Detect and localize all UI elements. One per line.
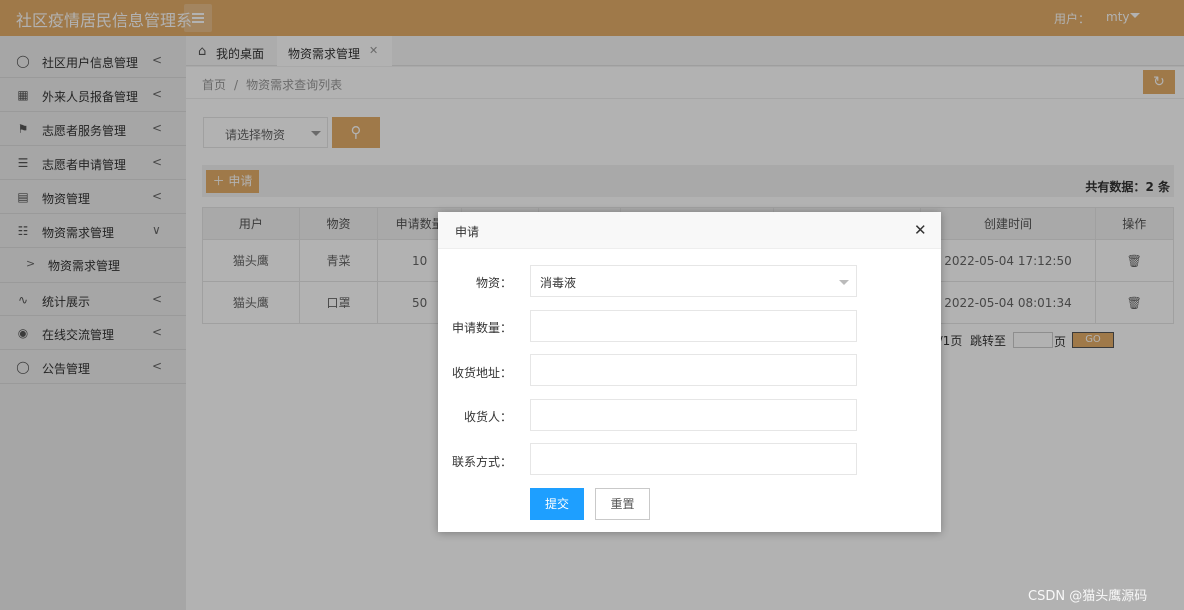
caret-down-icon <box>839 280 849 285</box>
dialog-header: 申请 ✕ <box>438 212 941 249</box>
field-label-contact: 联系方式： <box>451 455 512 469</box>
submit-button[interactable]: 提交 <box>530 488 584 520</box>
close-icon[interactable]: ✕ <box>914 221 927 239</box>
quantity-input[interactable] <box>530 310 857 342</box>
watermark: CSDN @猫头鹰源码 <box>1028 589 1148 604</box>
field-label-receiver: 收货人： <box>463 410 512 424</box>
field-label-quantity: 申请数量： <box>451 321 512 335</box>
dialog-title: 申请 <box>455 225 480 239</box>
receiver-input[interactable] <box>530 399 857 431</box>
field-label-supply: 物资： <box>475 276 512 290</box>
field-label-address: 收货地址： <box>451 366 512 380</box>
supply-select-value: 消毒液 <box>540 276 577 290</box>
apply-dialog: 申请 ✕ 物资： 消毒液 申请数量： 收货地址： 收货人： 联系方式： 提交 重… <box>438 212 941 532</box>
reset-button[interactable]: 重置 <box>595 488 650 520</box>
contact-input[interactable] <box>530 443 857 475</box>
supply-select[interactable]: 消毒液 <box>530 265 857 297</box>
address-input[interactable] <box>530 354 857 386</box>
